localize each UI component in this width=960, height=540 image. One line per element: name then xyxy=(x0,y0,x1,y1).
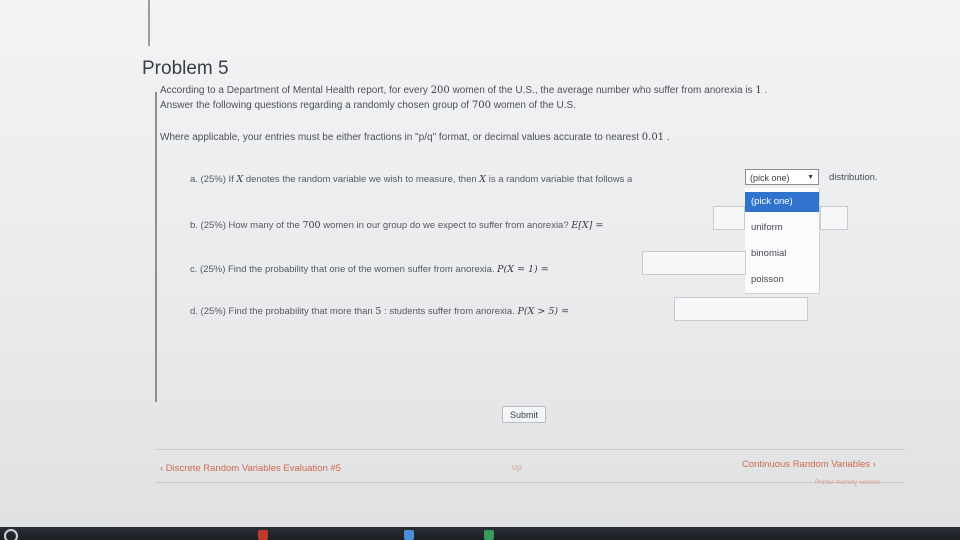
distribution-dropdown: (pick one) uniform binomial poisson xyxy=(745,188,820,294)
intro-text: According to a Department of Mental Heal… xyxy=(160,85,428,96)
intro-number: 200 xyxy=(430,85,450,96)
format-precision: 0.01 xyxy=(641,132,665,143)
intro-text: Answer the following questions regarding… xyxy=(160,100,470,111)
math-expression: P(X > 5) = xyxy=(517,306,570,317)
intro-number: 1 xyxy=(755,85,762,96)
divider xyxy=(148,0,150,46)
question-number: 5 xyxy=(375,306,382,317)
option-pick-one[interactable]: (pick one) xyxy=(745,192,819,212)
format-text: Where applicable, your entries must be e… xyxy=(160,132,639,143)
question-label: b. (25%) How many of the xyxy=(190,220,300,231)
question-number: 700 xyxy=(302,220,321,231)
question-text: c. (25%) Find the probability that one o… xyxy=(190,264,495,275)
up-link[interactable]: up xyxy=(512,462,522,472)
answer-b-input[interactable] xyxy=(713,206,745,230)
option-binomial[interactable]: binomial xyxy=(745,244,819,264)
content-divider xyxy=(155,92,157,402)
divider xyxy=(155,482,905,483)
distribution-select[interactable]: (pick one) ▼ xyxy=(745,169,819,185)
question-b: b. (25%) How many of the 700 women in ou… xyxy=(190,220,603,231)
app-icon[interactable] xyxy=(258,530,268,540)
option-uniform[interactable]: uniform xyxy=(745,218,819,238)
chevron-down-icon: ▼ xyxy=(807,174,814,181)
select-value: (pick one) xyxy=(750,173,790,183)
question-a: a. (25%) If X denotes the random variabl… xyxy=(190,174,632,185)
app-icon[interactable] xyxy=(484,530,494,540)
page-title: Problem 5 xyxy=(142,58,229,79)
divider xyxy=(155,449,905,450)
question-text: : students suffer from anorexia. xyxy=(384,306,515,317)
prev-link[interactable]: ‹ Discrete Random Variables Evaluation #… xyxy=(160,463,341,474)
math-expression: P(X = 1) = xyxy=(497,264,549,275)
question-text: denotes the random variable we wish to m… xyxy=(245,174,477,185)
submit-button[interactable]: Submit xyxy=(502,406,546,423)
app-icon[interactable] xyxy=(404,530,414,540)
format-instructions: Where applicable, your entries must be e… xyxy=(160,131,670,144)
intro-text: . xyxy=(764,85,768,96)
intro-line-2: Answer the following questions regarding… xyxy=(160,99,576,112)
intro-number: 700 xyxy=(471,100,491,111)
start-icon[interactable] xyxy=(4,529,18,540)
screen: Problem 5 According to a Department of M… xyxy=(0,0,960,540)
intro-text: women of the U.S. xyxy=(493,100,576,111)
next-link[interactable]: Continuous Random Variables › xyxy=(742,459,876,470)
printer-friendly-link[interactable]: Printer-friendly version xyxy=(815,479,880,486)
question-c: c. (25%) Find the probability that one o… xyxy=(190,264,549,275)
intro-line-1: According to a Department of Mental Heal… xyxy=(160,84,767,97)
answer-c-input[interactable] xyxy=(642,251,746,275)
question-d: d. (25%) Find the probability that more … xyxy=(190,306,569,317)
taskbar xyxy=(0,527,960,540)
variable: X xyxy=(236,174,244,185)
option-poisson[interactable]: poisson xyxy=(745,270,819,290)
answer-b-input-right[interactable] xyxy=(820,206,848,230)
format-text: . xyxy=(666,132,670,143)
intro-text: women of the U.S., the average number wh… xyxy=(452,85,753,96)
question-text: is a random variable that follows a xyxy=(488,174,633,185)
math-expression: E[X] = xyxy=(571,220,604,231)
answer-d-input[interactable] xyxy=(674,297,808,321)
distribution-label: distribution. xyxy=(829,172,878,183)
question-label: a. (25%) If xyxy=(190,174,234,185)
variable: X xyxy=(479,174,487,185)
question-text: d. (25%) Find the probability that more … xyxy=(190,306,373,317)
question-text: women in our group do we expect to suffe… xyxy=(323,220,569,231)
